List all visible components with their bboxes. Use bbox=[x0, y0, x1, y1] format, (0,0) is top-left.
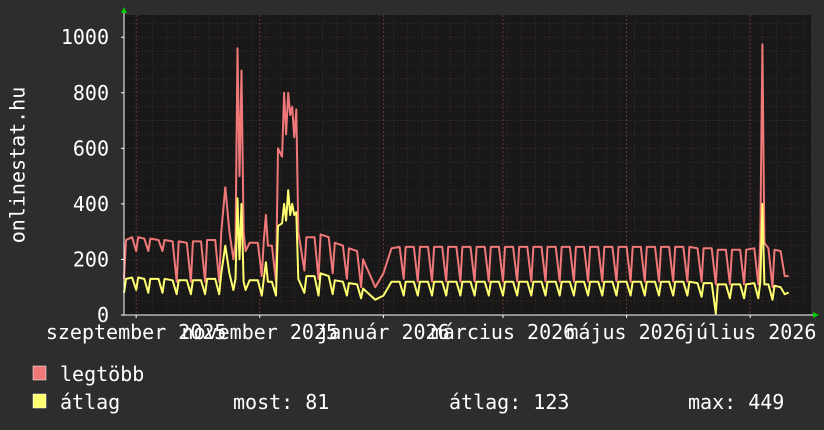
y-tick-label: 1000 bbox=[61, 25, 109, 49]
legend-swatch-legtobb bbox=[32, 365, 47, 381]
legend-stat-max: max: 449 bbox=[688, 390, 784, 414]
legend-stat-atlag: átlag: 123 bbox=[449, 390, 569, 414]
y-tick-label: 600 bbox=[73, 136, 109, 160]
plot-area bbox=[124, 15, 811, 315]
x-tick-label: november 2025 bbox=[182, 320, 339, 344]
x-tick-label: május 2026 bbox=[566, 320, 686, 344]
chart: 02004006008001000 szeptember 2025novembe… bbox=[0, 0, 824, 430]
x-tick-label: március 2026 bbox=[431, 320, 576, 344]
legend-swatch-atlag bbox=[32, 393, 47, 409]
legend-stat-most: most: 81 bbox=[233, 390, 329, 414]
y-tick-label: 200 bbox=[73, 247, 109, 271]
y-tick-label: 800 bbox=[73, 81, 109, 105]
y-tick-label: 400 bbox=[73, 192, 109, 216]
legend-label-atlag: átlag bbox=[60, 390, 120, 414]
y-axis-label: onlinestat.hu bbox=[6, 87, 30, 244]
x-tick-labels: szeptember 2025november 2025január 2026m… bbox=[46, 315, 816, 344]
legend-label-legtobb: legtöbb bbox=[60, 362, 144, 386]
x-tick-label: július 2026 bbox=[684, 320, 816, 344]
